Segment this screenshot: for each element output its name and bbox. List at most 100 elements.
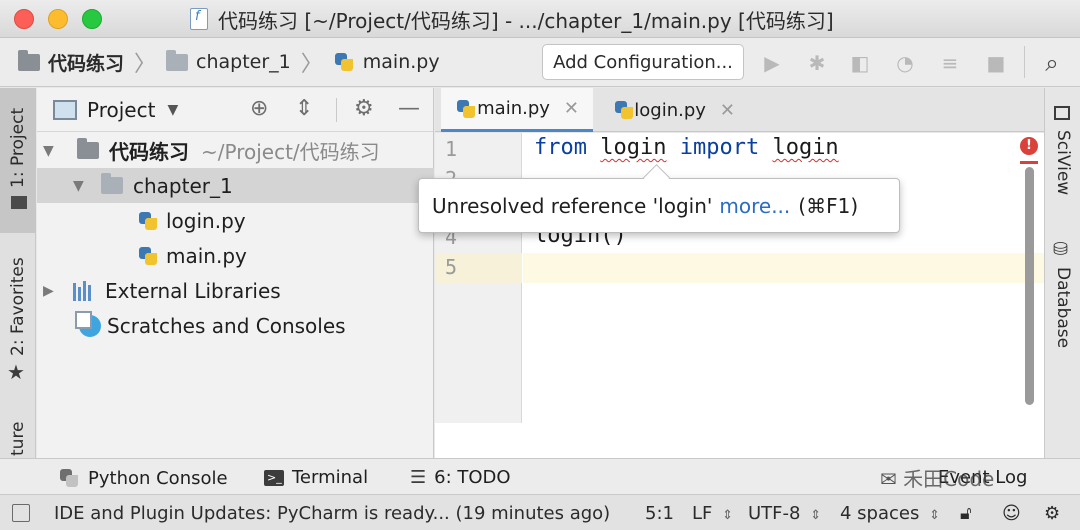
left-tool-strip: 1: Project 2: Favorites ★ ture xyxy=(0,88,36,458)
todo-icon: ☰ xyxy=(410,467,427,488)
breadcrumb-folder[interactable]: chapter_1 xyxy=(166,49,291,73)
collapse-all-icon[interactable]: ⇕ xyxy=(295,96,313,121)
memory-indicator-icon[interactable]: ⚙ xyxy=(1044,503,1060,524)
keyword-from: from xyxy=(534,135,587,160)
breadcrumb-folder-label: chapter_1 xyxy=(196,51,291,73)
breadcrumb-separator: 〉 xyxy=(134,52,157,77)
unresolved-name[interactable]: login xyxy=(772,135,838,160)
tree-item-root[interactable]: ▼ 代码练习 ~/Project/代码练习 xyxy=(37,133,434,168)
folder-icon xyxy=(18,49,40,71)
editor-tab-bar: main.py ✕ login.py ✕ xyxy=(435,88,1044,132)
tab-main-py[interactable]: main.py ✕ xyxy=(441,88,593,132)
search-icon[interactable]: ⌕ xyxy=(1040,51,1064,75)
tab-label: login.py xyxy=(634,99,706,121)
breadcrumb-root-label: 代码练习 xyxy=(48,52,125,75)
tree-folder-label: chapter_1 xyxy=(133,173,233,198)
window-minimize-button[interactable] xyxy=(48,9,68,29)
project-panel-title[interactable]: Project xyxy=(87,98,155,122)
encoding-value: UTF-8 xyxy=(748,503,801,524)
libraries-icon xyxy=(73,280,97,301)
folder-icon xyxy=(11,196,27,209)
error-indicator-icon[interactable]: ! xyxy=(1020,137,1038,155)
run-with-coverage-icon[interactable]: ◧ xyxy=(848,51,872,75)
tab-login-py[interactable]: login.py ✕ xyxy=(599,88,749,132)
breadcrumb-file[interactable]: main.py xyxy=(333,51,440,73)
add-configuration-button[interactable]: Add Configuration... xyxy=(542,44,744,80)
favorites-tool-label: 2: Favorites xyxy=(8,257,28,356)
status-message[interactable]: IDE and Plugin Updates: PyCharm is ready… xyxy=(54,503,610,524)
python-console-icon xyxy=(58,467,80,489)
structure-tool-button[interactable]: ture xyxy=(0,418,36,458)
project-panel: Project ▼ ⊕ ⇕ ⚙ — ▼ 代码练习 ~/Project/代码练习 … xyxy=(37,88,434,458)
window-maximize-button[interactable] xyxy=(82,9,102,29)
tree-item-scratches[interactable]: Scratches and Consoles xyxy=(37,308,434,343)
favorites-tool-button[interactable]: 2: Favorites ★ xyxy=(0,248,36,388)
chevron-down-icon[interactable]: ▼ xyxy=(73,178,89,194)
close-icon[interactable]: ✕ xyxy=(564,98,579,119)
tree-item-external-libraries[interactable]: ▶ External Libraries xyxy=(37,273,434,308)
python-file-icon xyxy=(190,8,208,30)
line-separator-selector[interactable]: LF ⇕ xyxy=(692,503,733,524)
window-close-button[interactable] xyxy=(14,9,34,29)
python-file-icon xyxy=(137,245,159,267)
breadcrumb-file-label: main.py xyxy=(362,51,440,73)
tree-file-label: login.py xyxy=(166,208,246,233)
todo-button[interactable]: ☰ 6: TODO xyxy=(410,467,511,488)
structure-tool-label: ture xyxy=(8,421,28,456)
indent-selector[interactable]: 4 spaces ⇕ xyxy=(840,503,940,524)
close-icon[interactable]: ✕ xyxy=(720,100,735,121)
window-title: 代码练习 [~/Project/代码练习] - .../chapter_1/ma… xyxy=(218,8,834,33)
toolbar-divider xyxy=(1024,46,1025,78)
line-number: 1 xyxy=(445,137,458,161)
scratches-icon xyxy=(75,310,101,337)
run-icon[interactable]: ▶ xyxy=(760,51,784,75)
terminal-button[interactable]: >_ Terminal xyxy=(264,467,368,488)
unresolved-module[interactable]: login xyxy=(600,135,666,160)
inspector-icon[interactable]: ☺ xyxy=(1002,503,1021,524)
todo-label: 6: TODO xyxy=(434,467,511,488)
chevron-right-icon[interactable]: ▶ xyxy=(43,283,59,299)
locate-file-icon[interactable]: ⊕ xyxy=(250,96,268,121)
toggle-tool-windows-icon[interactable] xyxy=(12,504,30,522)
updown-icon: ⇕ xyxy=(929,508,940,523)
hide-panel-icon[interactable]: — xyxy=(398,96,420,121)
code-line-1[interactable]: from login import login xyxy=(534,135,839,160)
database-icon: ⛁ xyxy=(1053,239,1069,260)
vertical-scrollbar[interactable] xyxy=(1025,167,1034,405)
project-tool-button[interactable]: 1: Project xyxy=(0,88,36,233)
caret-position[interactable]: 5:1 xyxy=(645,503,674,524)
gear-icon[interactable]: ⚙ xyxy=(354,96,374,121)
watermark-label: 禾田Code xyxy=(903,467,995,491)
python-console-button[interactable]: Python Console xyxy=(58,467,228,489)
header-divider xyxy=(336,98,337,122)
stop-icon[interactable]: ■ xyxy=(984,51,1008,75)
run-concurrency-icon[interactable]: ≡ xyxy=(938,51,962,75)
chevron-down-icon[interactable]: ▼ xyxy=(167,102,178,118)
tree-item-login[interactable]: login.py xyxy=(37,203,434,238)
wechat-icon: ✉ xyxy=(880,467,897,491)
tree-item-chapter[interactable]: ▼ chapter_1 xyxy=(37,168,434,203)
chevron-down-icon[interactable]: ▼ xyxy=(43,143,59,159)
tooltip-more-link[interactable]: more... xyxy=(719,194,790,218)
sciview-tool-button[interactable]: SciView xyxy=(1045,98,1080,208)
tree-item-main[interactable]: main.py xyxy=(37,238,434,273)
debug-icon[interactable]: ✱ xyxy=(805,51,829,75)
error-tooltip: Unresolved reference 'login' more... (⌘F… xyxy=(418,178,900,233)
folder-icon xyxy=(166,49,189,71)
project-panel-header: Project ▼ ⊕ ⇕ ⚙ — xyxy=(37,88,433,132)
error-stripe[interactable] xyxy=(1020,161,1038,164)
tree-libraries-label: External Libraries xyxy=(105,278,281,303)
keyword-import: import xyxy=(679,135,760,160)
tree-scratches-label: Scratches and Consoles xyxy=(107,313,346,338)
encoding-selector[interactable]: UTF-8 ⇕ xyxy=(748,503,821,524)
profile-icon[interactable]: ◔ xyxy=(893,51,917,75)
breadcrumb-root[interactable]: 代码练习 xyxy=(18,49,124,76)
database-tool-button[interactable]: ⛁ Database xyxy=(1045,233,1080,363)
lock-icon[interactable]: 🔓︎ xyxy=(960,503,972,524)
navigation-bar: 代码练习 〉 chapter_1 〉 main.py Add Configura… xyxy=(0,38,1080,87)
tab-label: main.py xyxy=(477,98,550,119)
tree-root-path: ~/Project/代码练习 xyxy=(201,140,380,164)
folder-icon xyxy=(101,173,123,194)
python-file-icon xyxy=(333,51,355,73)
window-title-wrap: 代码练习 [~/Project/代码练习] - .../chapter_1/ma… xyxy=(190,6,834,33)
